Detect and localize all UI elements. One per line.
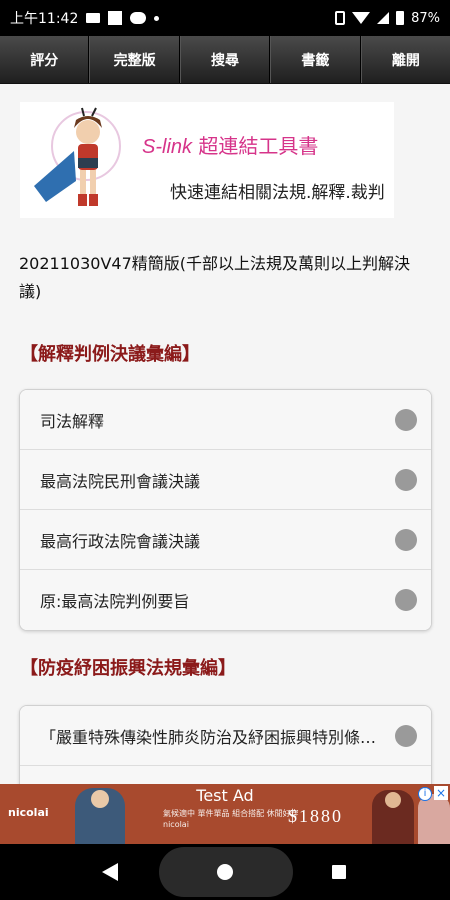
back-icon[interactable]: [102, 863, 118, 881]
line-app-icon: [130, 12, 147, 24]
list-item-judicial-interpretation[interactable]: 司法解釋: [20, 390, 431, 450]
list-item-label: 最高法院民刑會議決議: [40, 471, 201, 491]
system-nav-bar: [0, 844, 450, 900]
tab-bookmarks[interactable]: 書籤: [270, 36, 361, 83]
arrow-circle-icon: [395, 724, 417, 747]
ad-close-icon[interactable]: ×: [434, 786, 448, 800]
section-heading-interpretations: 【解釋判例決議彙編】: [20, 344, 200, 365]
ad-price: $1880: [288, 806, 343, 826]
main-content: S-link 超連結工具書 快速連結相關法規.解釋.裁判 20211030V47…: [0, 84, 450, 784]
more-notifications-dot-icon: [154, 15, 160, 21]
list-item-administrative-court-resolutions[interactable]: 最高行政法院會議決議: [20, 510, 431, 570]
app-banner: S-link 超連結工具書 快速連結相關法規.解釋.裁判: [20, 102, 394, 218]
battery-level: 87%: [411, 10, 440, 26]
ad-model-image: [418, 794, 450, 844]
list-item-label: 「嚴重特殊傳染性肺炎防治及紓困振興特別條例」: [40, 727, 385, 747]
banner-title: S-link 超連結工具書: [142, 134, 319, 158]
tab-exit[interactable]: 離開: [360, 36, 450, 83]
signal-icon: [377, 12, 390, 24]
arrow-circle-icon: [395, 589, 417, 611]
arrow-circle-icon: [395, 528, 417, 551]
vibrate-icon: [335, 11, 346, 25]
tab-search[interactable]: 搜尋: [179, 36, 271, 83]
status-bar: 上午11:42 87%: [0, 0, 450, 36]
top-tab-bar: 評分 完整版 搜尋 書籤 離開: [0, 36, 450, 84]
interpretations-list: 司法解釋 最高法院民刑會議決議 最高行政法院會議決議 原:最高法院判例要旨: [19, 389, 432, 631]
ad-model-image: [372, 790, 414, 844]
list-item-label: 原:最高法院判例要旨: [40, 592, 190, 611]
list-item-next[interactable]: [20, 766, 431, 784]
mail-icon: [86, 13, 101, 23]
list-item-precedent-summaries[interactable]: 原:最高法院判例要旨: [20, 570, 431, 630]
epidemic-relief-list: 「嚴重特殊傳染性肺炎防治及紓困振興特別條例」: [19, 705, 432, 784]
ad-banner[interactable]: nicolai Test Ad 氣候適中 單件單品 組合搭配 休閒好穿 nico…: [0, 784, 450, 844]
arrow-circle-icon: [395, 408, 417, 431]
superhero-mascot-icon: [34, 107, 121, 206]
wifi-icon: [352, 12, 371, 24]
version-text: 20211030V47精簡版(千部以上法規及萬則以上判解決議): [19, 254, 410, 301]
notification-square-icon: [108, 11, 123, 25]
ad-copy: 氣候適中 單件單品 組合搭配 休閒好穿 nicolai: [163, 809, 299, 829]
arrow-circle-icon: [395, 468, 417, 491]
list-item-covid-special-act[interactable]: 「嚴重特殊傳染性肺炎防治及紓困振興特別條例」: [20, 706, 431, 766]
list-item-supreme-court-resolutions[interactable]: 最高法院民刑會議決議: [20, 450, 431, 510]
recents-icon[interactable]: [332, 865, 346, 879]
list-item-label: 司法解釋: [40, 411, 105, 431]
section-heading-epidemic-relief: 【防疫紓困振興法規彙編】: [20, 658, 236, 679]
list-item-label: 最高行政法院會議決議: [40, 531, 201, 551]
home-icon[interactable]: [217, 864, 233, 880]
status-time: 上午11:42: [10, 11, 79, 27]
battery-icon: [396, 11, 405, 25]
tab-rate[interactable]: 評分: [0, 36, 90, 83]
ad-brand-logo: nicolai: [8, 806, 49, 819]
tab-full-version[interactable]: 完整版: [89, 36, 180, 83]
ad-info-icon[interactable]: i: [418, 787, 432, 801]
banner-subtitle: 快速連結相關法規.解釋.裁判: [170, 183, 385, 203]
